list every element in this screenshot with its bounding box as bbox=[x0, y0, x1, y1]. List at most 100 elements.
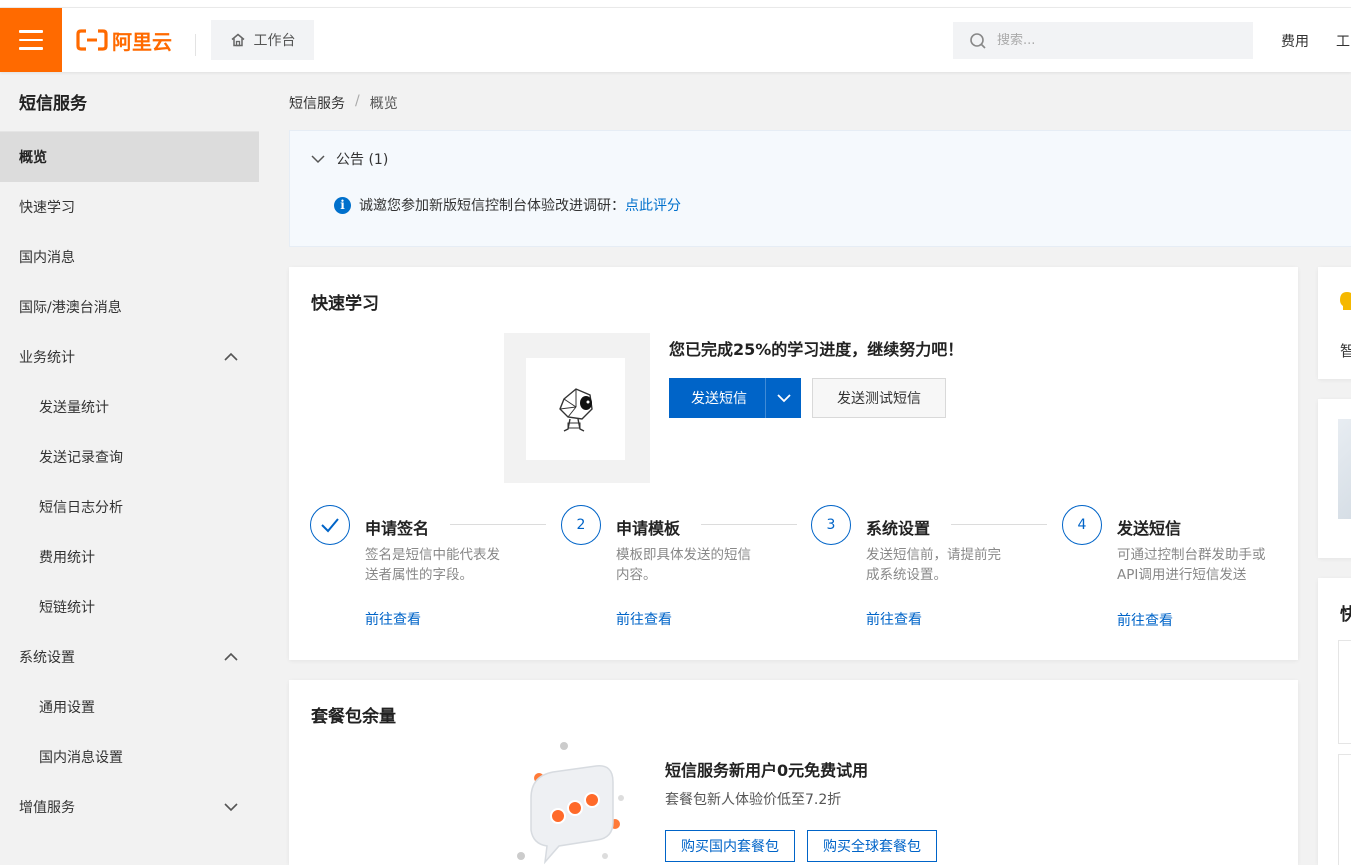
progress-text: 您已完成25%的学习进度，继续努力吧！ bbox=[669, 340, 964, 359]
sidebar-item-label: 国际/港澳台消息 bbox=[19, 300, 122, 316]
right-card-1: 智 bbox=[1318, 267, 1351, 379]
search-box[interactable] bbox=[953, 22, 1253, 59]
step-title: 系统设置 bbox=[866, 519, 931, 538]
info-icon: i bbox=[334, 196, 351, 214]
fees-link[interactable]: 费用 bbox=[1281, 31, 1309, 51]
send-test-sms-button[interactable]: 发送测试短信 bbox=[812, 378, 946, 418]
quick-learn-card: 快速学习 您已完成25%的学习进度，继续努力吧！ 发送短信 发送测试短信 申请签… bbox=[289, 267, 1298, 660]
sidebar: 短信服务 概览 快速学习 国内消息 国际/港澳台消息 业务统计 发送量统计 发送… bbox=[0, 72, 259, 865]
sidebar-item-system-settings[interactable]: 系统设置 bbox=[0, 632, 259, 682]
breadcrumb-current: 概览 bbox=[369, 96, 398, 112]
sidebar-item-domestic[interactable]: 国内消息 bbox=[0, 232, 259, 282]
step-title: 申请签名 bbox=[365, 519, 430, 538]
promo-title: 短信服务新用户0元免费试用 bbox=[665, 761, 869, 780]
step-desc: 发送短信前，请提前完成系统设置。 bbox=[866, 547, 1001, 583]
chat-bubble-illustration bbox=[517, 742, 624, 865]
top-navbar: 阿里云 工作台 费用 工 bbox=[0, 8, 1351, 72]
right-card-3-box-1 bbox=[1338, 640, 1351, 744]
sidebar-item-label: 概览 bbox=[19, 150, 47, 166]
sidebar-item-value-added[interactable]: 增值服务 bbox=[0, 782, 259, 832]
step-3: 3 系统设置 发送短信前，请提前完成系统设置。 前往查看 bbox=[811, 505, 1047, 635]
rate-link[interactable]: 点此评分 bbox=[625, 195, 681, 215]
notice-header: 公告 (1) bbox=[336, 152, 389, 168]
sidebar-item-send-volume[interactable]: 发送量统计 bbox=[0, 382, 259, 432]
notice-toggle[interactable]: 公告 (1) bbox=[310, 149, 388, 169]
send-sms-label: 发送短信 bbox=[691, 391, 747, 407]
right-card-2 bbox=[1318, 399, 1351, 558]
sidebar-item-overview[interactable]: 概览 bbox=[0, 132, 259, 182]
sidebar-item-general-settings[interactable]: 通用设置 bbox=[0, 682, 259, 732]
step-link[interactable]: 前往查看 bbox=[616, 609, 672, 629]
search-input[interactable] bbox=[997, 33, 1227, 48]
buy-domestic-package-button[interactable]: 购买国内套餐包 bbox=[665, 830, 795, 862]
aliyun-logo[interactable]: 阿里云 bbox=[76, 26, 172, 54]
step-link[interactable]: 前往查看 bbox=[365, 609, 421, 629]
send-sms-button[interactable]: 发送短信 bbox=[669, 378, 801, 418]
notice-panel: 公告 (1) i 诚邀您参加新版短信控制台体验改进调研： 点此评分 bbox=[289, 130, 1351, 247]
step-number: 4 bbox=[1062, 505, 1102, 545]
right-card-3-title: 快 bbox=[1340, 605, 1351, 625]
workbench-label: 工作台 bbox=[253, 33, 296, 49]
window-top-strip bbox=[0, 0, 1351, 8]
package-card: 套餐包余量 短信服务新用户0元免费试用 套餐包新人体验价低至7.2折 购买国内套… bbox=[289, 680, 1298, 865]
sidebar-item-business-stats[interactable]: 业务统计 bbox=[0, 332, 259, 382]
chevron-down-icon bbox=[224, 803, 238, 812]
sidebar-item-log-analysis[interactable]: 短信日志分析 bbox=[0, 482, 259, 532]
check-icon bbox=[321, 518, 339, 533]
step-desc: 可通过控制台群发助手或API调用进行短信发送 bbox=[1117, 547, 1266, 583]
lightbulb-icon bbox=[1340, 292, 1351, 310]
sidebar-item-send-records[interactable]: 发送记录查询 bbox=[0, 432, 259, 482]
send-sms-dropdown[interactable] bbox=[765, 378, 801, 418]
sidebar-item-label: 发送记录查询 bbox=[39, 450, 123, 466]
promo-subtitle: 套餐包新人体验价低至7.2折 bbox=[665, 792, 842, 808]
sidebar-item-fee-stats[interactable]: 费用统计 bbox=[0, 532, 259, 582]
aliyun-bracket-icon bbox=[76, 29, 108, 51]
sidebar-item-domestic-settings[interactable]: 国内消息设置 bbox=[0, 732, 259, 782]
step-link[interactable]: 前往查看 bbox=[1117, 610, 1173, 630]
chevron-down-icon bbox=[776, 394, 791, 403]
step-link[interactable]: 前往查看 bbox=[866, 609, 922, 629]
menu-icon[interactable] bbox=[0, 8, 62, 72]
step-connector bbox=[701, 524, 797, 525]
package-title: 套餐包余量 bbox=[311, 707, 396, 727]
sidebar-item-label: 快速学习 bbox=[19, 200, 75, 216]
sidebar-item-label: 费用统计 bbox=[39, 550, 95, 566]
robot-icon bbox=[558, 388, 593, 432]
notice-message: i 诚邀您参加新版短信控制台体验改进调研： 点此评分 bbox=[334, 195, 681, 215]
step-number: 2 bbox=[561, 505, 601, 545]
step-1: 申请签名 签名是短信中能代表发送者属性的字段。 前往查看 bbox=[310, 505, 546, 635]
tickets-link[interactable]: 工 bbox=[1336, 31, 1350, 51]
step-2: 2 申请模板 模板即具体发送的短信内容。 前往查看 bbox=[561, 505, 797, 635]
sidebar-item-quick-learn[interactable]: 快速学习 bbox=[0, 182, 259, 232]
workbench-button[interactable]: 工作台 bbox=[211, 20, 314, 60]
home-icon bbox=[231, 33, 244, 47]
sidebar-title: 短信服务 bbox=[0, 72, 259, 132]
right-card-2-image bbox=[1338, 419, 1351, 519]
step-connector bbox=[450, 524, 546, 525]
breadcrumb-separator: / bbox=[355, 93, 360, 109]
step-done-marker bbox=[310, 505, 350, 545]
chevron-up-icon bbox=[224, 352, 238, 361]
step-title: 申请模板 bbox=[616, 519, 681, 538]
buy-global-package-button[interactable]: 购买全球套餐包 bbox=[807, 830, 937, 862]
step-desc: 模板即具体发送的短信内容。 bbox=[616, 547, 751, 583]
step-connector bbox=[951, 524, 1047, 525]
sidebar-item-label: 国内消息设置 bbox=[39, 750, 123, 766]
right-card-1-text: 智 bbox=[1340, 342, 1351, 360]
brand-name: 阿里云 bbox=[112, 29, 172, 54]
step-4: 4 发送短信 可通过控制台群发助手或API调用进行短信发送 前往查看 bbox=[1062, 505, 1292, 635]
robot-illustration bbox=[504, 333, 650, 483]
sidebar-item-label: 系统设置 bbox=[19, 650, 75, 666]
sidebar-item-shortlink-stats[interactable]: 短链统计 bbox=[0, 582, 259, 632]
sidebar-item-international[interactable]: 国际/港澳台消息 bbox=[0, 282, 259, 332]
sidebar-item-label: 增值服务 bbox=[19, 800, 75, 816]
chevron-down-icon bbox=[311, 155, 325, 164]
step-desc: 签名是短信中能代表发送者属性的字段。 bbox=[365, 547, 500, 583]
sidebar-item-label: 通用设置 bbox=[39, 700, 95, 716]
quick-learn-title: 快速学习 bbox=[311, 294, 379, 314]
sidebar-item-label: 业务统计 bbox=[19, 350, 75, 366]
search-icon bbox=[970, 32, 986, 49]
step-title: 发送短信 bbox=[1117, 519, 1182, 538]
right-card-3: 快 bbox=[1318, 578, 1351, 865]
breadcrumb-root[interactable]: 短信服务 bbox=[289, 93, 345, 113]
